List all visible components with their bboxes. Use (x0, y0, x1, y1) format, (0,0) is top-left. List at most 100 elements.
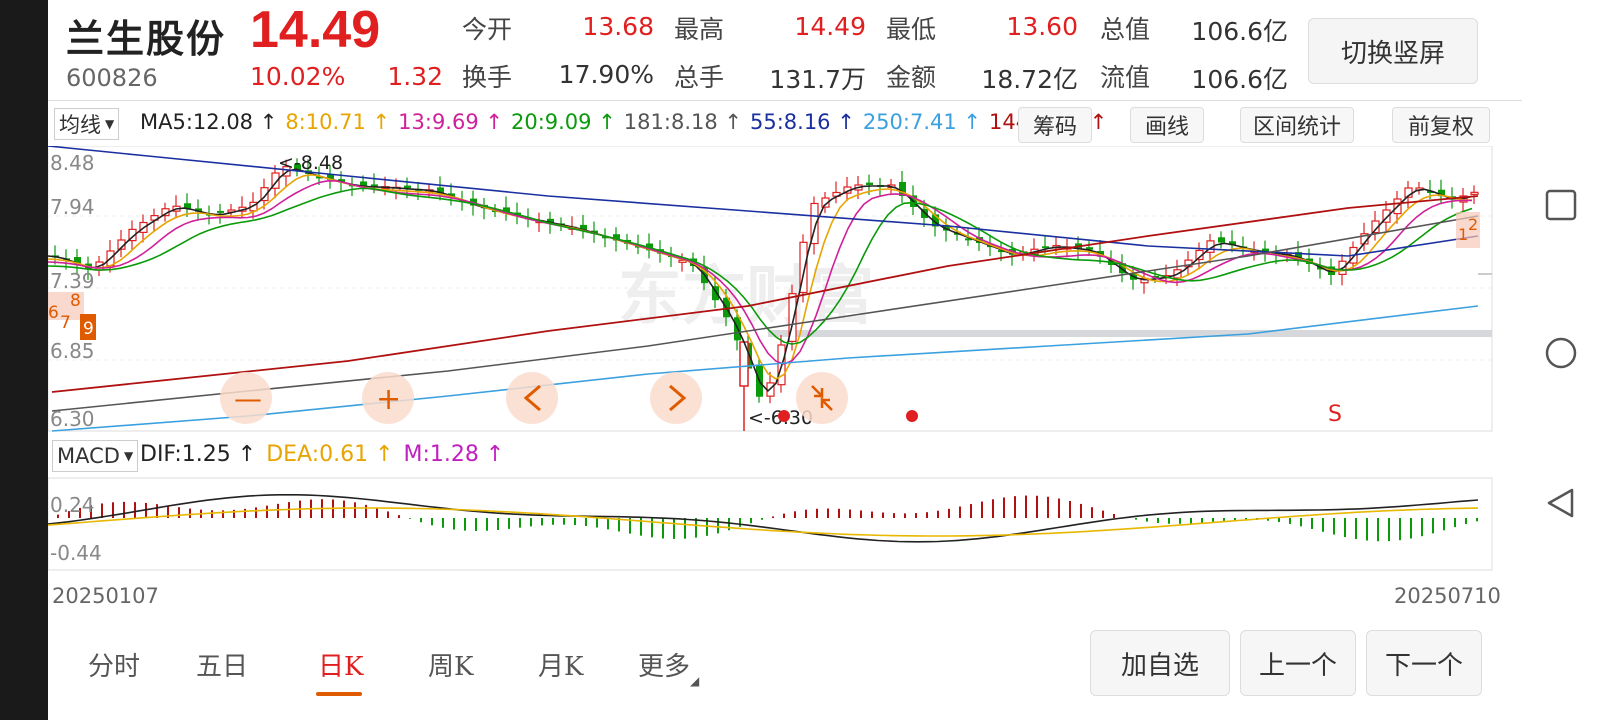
macd-dea: DEA:0.61 ↑ (266, 442, 394, 467)
quote-value-open: 13.68 (582, 12, 654, 41)
ma-select[interactable]: 均线 ▼ (54, 108, 120, 140)
quote-label-low: 最低 (886, 15, 937, 44)
tab-weekly-k[interactable]: 周K (428, 646, 473, 683)
nine-turn-number: 7 (60, 313, 71, 333)
system-nav-bar (1522, 0, 1600, 720)
stock-code: 600826 (66, 64, 158, 92)
candle-body (866, 182, 873, 185)
zoom-in-button[interactable]: + (362, 372, 414, 424)
add-watchlist-button[interactable]: 加自选 (1090, 630, 1230, 696)
zoom-out-button[interactable]: — (220, 372, 272, 424)
quote-value-low: 13.60 (1006, 12, 1078, 41)
forward-adjust-button[interactable]: 前复权 (1392, 107, 1490, 143)
tab-monthly-k[interactable]: 月K (538, 646, 583, 683)
plus-icon: + (376, 382, 401, 417)
stock-name: 兰生股份 (66, 16, 227, 61)
date-start: 20250107 (52, 584, 159, 608)
square-icon (1545, 189, 1577, 221)
nine-turn-number: 2 (1468, 215, 1478, 234)
ma-item: 20:9.09 ↑ (510, 110, 616, 134)
tab-daily-k[interactable]: 日K (318, 646, 363, 683)
watermark-text: 东方财富 (618, 260, 874, 334)
stock-app: 兰生股份 600826 14.49 10.02% 1.32 今开 13.68 最… (48, 0, 1522, 720)
quote-value-volume: 131.7万 (769, 65, 866, 94)
candle-body (1470, 191, 1479, 195)
high-marker: <-8.48 (278, 152, 343, 174)
nine-turn-number: 1 (1458, 225, 1468, 244)
date-end: 20250710 (1394, 584, 1501, 608)
corner-arrow-icon: ◢ (690, 674, 700, 688)
tab-more[interactable]: 更多◢ (638, 646, 699, 688)
circle-icon (1545, 337, 1577, 369)
ma-select-label: 均线 (59, 113, 101, 137)
quote-label-high: 最高 (674, 15, 725, 44)
dea-line (48, 507, 1479, 537)
y-label: 8.48 (50, 151, 95, 175)
quote-label-amount: 金额 (886, 63, 937, 92)
ma-item: 250:7.41 ↑ (862, 110, 981, 134)
back-button[interactable] (1534, 476, 1588, 530)
ma-item: 181:8.18 ↑ (623, 110, 742, 134)
minus-icon: — (234, 382, 262, 415)
macd-dif: DIF:1.25 ↑ (140, 442, 257, 467)
macd-m: M:1.28 ↑ (403, 442, 505, 467)
left-edge (0, 0, 48, 720)
quote-label-turnover: 换手 (462, 63, 513, 92)
dropdown-arrow-icon: ▼ (123, 449, 134, 463)
recent-apps-button[interactable] (1534, 178, 1588, 232)
next-button[interactable]: 下一个 (1366, 630, 1482, 696)
candle-body (1218, 237, 1225, 243)
active-tab-indicator (316, 692, 362, 696)
quote-label-total-value: 总值 (1100, 15, 1151, 44)
range-stats-button[interactable]: 区间统计 (1240, 107, 1354, 143)
macd-select-label: MACD (57, 444, 120, 468)
y-label: 7.39 (50, 269, 95, 293)
macd-y-label: -0.44 (50, 541, 102, 565)
pan-right-button[interactable] (650, 372, 702, 424)
candle-body (360, 181, 367, 186)
macd-chart (48, 493, 1479, 543)
tab-intraday[interactable]: 分时 (88, 646, 140, 683)
quote-label-volume: 总手 (674, 63, 725, 92)
tab-more-label: 更多 (638, 652, 691, 682)
kline-chart[interactable]: 东方财富 8.48 7.94 7.39 6.85 6.30 <-8.48 <-6… (48, 146, 1494, 578)
ma-legend: MA5:12.08 ↑ 8:10.71 ↑ 13:9.69 ↑ 20:9.09 … (140, 110, 1107, 134)
ma-item: 13:9.69 ↑ (398, 110, 503, 134)
tab-five-day[interactable]: 五日 (196, 646, 248, 683)
home-button[interactable] (1534, 326, 1588, 380)
event-dot (906, 410, 918, 422)
nine-turn-number: 6 (48, 303, 59, 323)
quote-value-total-value: 106.6亿 (1191, 17, 1288, 46)
support-band-small (1478, 273, 1492, 275)
quote-value-high: 14.49 (794, 12, 866, 41)
pan-left-button[interactable] (506, 372, 558, 424)
quote-value-turnover: 17.90% (558, 60, 654, 89)
ma-item: 55:8.16 ↑ (749, 110, 855, 134)
draw-line-button[interactable]: 画线 (1130, 107, 1204, 143)
quote-value-float-value: 106.6亿 (1191, 65, 1288, 94)
signal-label: S (1328, 402, 1342, 427)
event-dot (778, 410, 790, 422)
previous-button[interactable]: 上一个 (1240, 630, 1356, 696)
nine-turn-number: 9 (83, 319, 94, 339)
macd-select[interactable]: MACD ▼ (52, 440, 139, 472)
nine-turn-number: 8 (70, 291, 81, 311)
macd-panel-frame (48, 477, 1493, 571)
stock-price: 14.49 (250, 1, 381, 59)
switch-portrait-button[interactable]: 切换竖屏 (1308, 18, 1478, 84)
quote-label-float-value: 流值 (1100, 63, 1151, 92)
y-label: 7.94 (50, 195, 95, 219)
quote-label-open: 今开 (462, 15, 513, 44)
collapse-button[interactable] (796, 372, 848, 424)
watermark: 东方财富 (618, 260, 874, 334)
triangle-back-icon (1547, 488, 1574, 518)
y-label: 6.30 (50, 407, 95, 431)
ma-item: MA5:12.08 ↑ (140, 110, 278, 134)
change-amount: 1.32 (387, 62, 443, 91)
quote-value-amount: 18.72亿 (981, 65, 1078, 94)
macd-y-label: 0.24 (50, 493, 95, 517)
y-label: 6.85 (50, 339, 95, 363)
chips-button[interactable]: 筹码 (1018, 107, 1092, 143)
ma-item: 8:10.71 ↑ (285, 110, 391, 134)
macd-legend: DIF:1.25 ↑ DEA:0.61 ↑ M:1.28 ↑ (140, 442, 504, 467)
